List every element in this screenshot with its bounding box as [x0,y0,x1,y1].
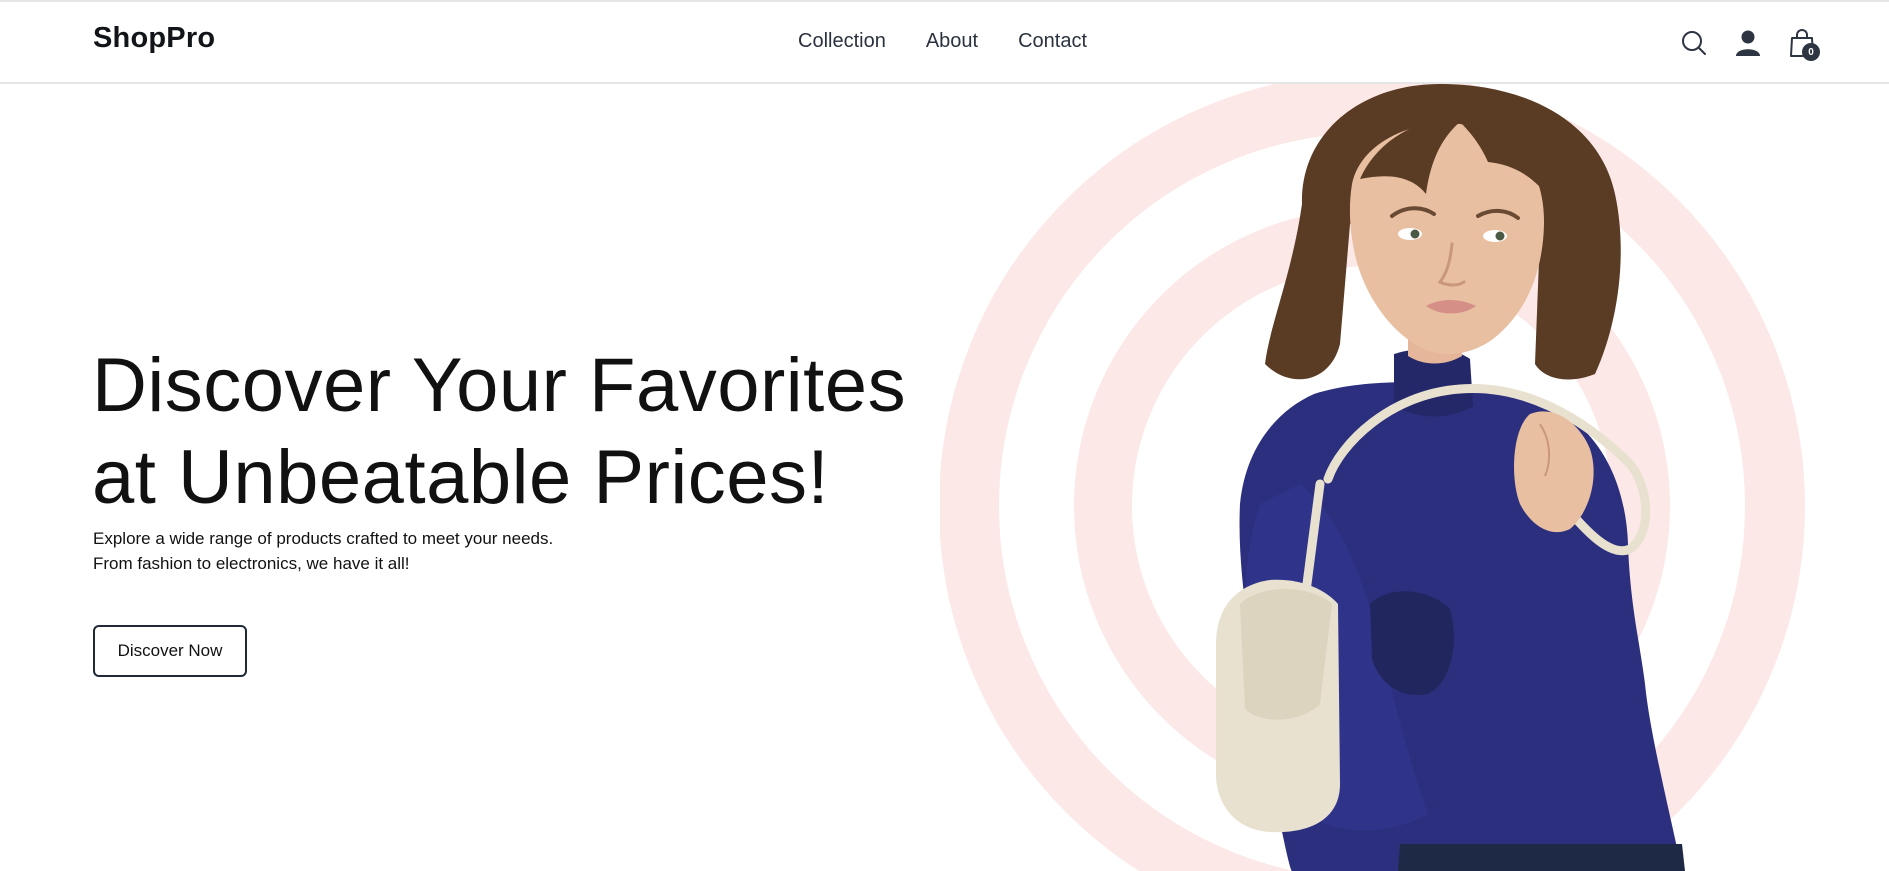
cart-count-badge: 0 [1802,43,1820,61]
hero-title-line-1: Discover Your Favorites [92,343,907,428]
site-header: ShopPro Collection About Contact 0 [0,0,1889,84]
main-nav: Collection About Contact [798,30,1087,53]
nav-collection[interactable]: Collection [798,30,886,53]
cart-button[interactable]: 0 [1788,28,1820,61]
jeans [1398,844,1685,871]
header-actions: 0 [1680,28,1820,61]
nav-about[interactable]: About [926,30,978,53]
user-icon[interactable] [1734,28,1762,58]
hero-visual [940,84,1889,871]
hero-illustration [940,84,1805,871]
hero-description-line-2: From fashion to electronics, we have it … [93,554,410,573]
nav-contact[interactable]: Contact [1018,30,1087,53]
hero-title-line-2: at Unbeatable Prices! [92,435,830,520]
bag-flap [1240,589,1332,720]
hero-title: Discover Your Favorites at Unbeatable Pr… [92,340,992,524]
logo[interactable]: ShopPro [93,22,215,55]
page: ShopPro Collection About Contact 0 Disco… [0,0,1889,871]
discover-now-button[interactable]: Discover Now [93,625,247,677]
model-figure [1216,84,1685,871]
hero-description: Explore a wide range of products crafted… [93,526,733,576]
hero-description-line-1: Explore a wide range of products crafted… [93,529,554,548]
search-icon[interactable] [1680,28,1708,58]
